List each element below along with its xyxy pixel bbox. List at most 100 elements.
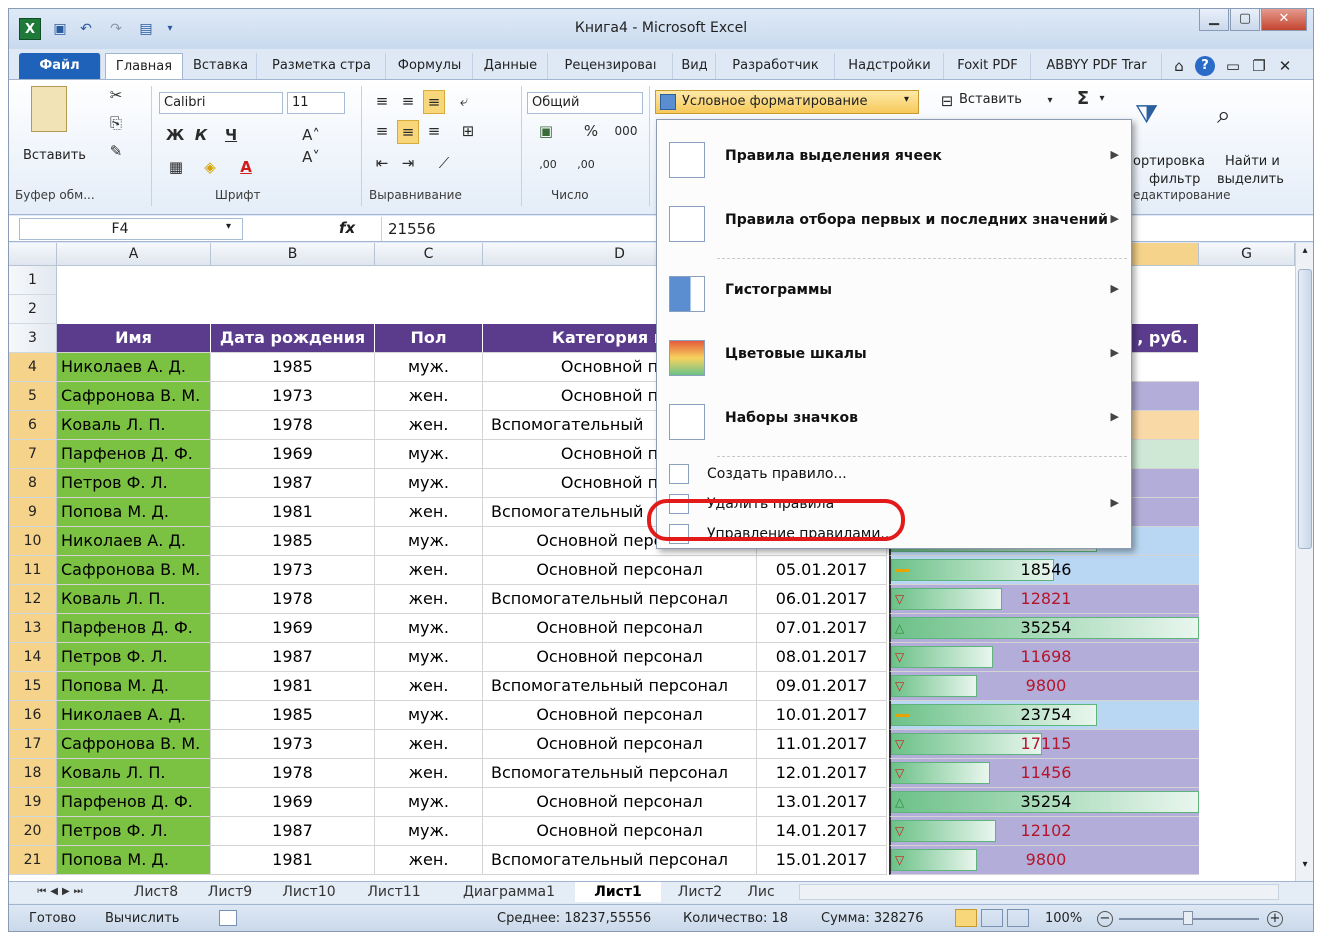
cell-category[interactable]: Основной персонал [483, 788, 757, 817]
menu-item-data-bars[interactable]: Гистограммы ▶ [659, 262, 1129, 324]
scroll-up-icon[interactable]: ▴ [1298, 245, 1312, 261]
cell-category[interactable]: Основной персонал [483, 556, 757, 585]
cell-amount-databar[interactable]: ▽ 9800 [889, 846, 1199, 875]
zoom-in-icon[interactable]: + [1267, 911, 1283, 927]
cell-birth-year[interactable]: 1981 [211, 498, 375, 527]
cell-birth-year[interactable]: 1973 [211, 382, 375, 411]
cell-gender[interactable]: муж. [375, 469, 483, 498]
tab-file[interactable]: Файл [19, 53, 101, 79]
menu-item-new-rule[interactable]: Создать правило... [659, 460, 1129, 490]
conditional-formatting-button[interactable]: Условное форматирование ▾ [655, 90, 919, 114]
cell-name[interactable]: Сафронова В. М. [57, 382, 211, 411]
row-header[interactable]: 19 [9, 788, 57, 817]
cell-birth-year[interactable]: 1969 [211, 788, 375, 817]
cell-date[interactable]: 09.01.2017 [757, 672, 887, 701]
cell-category[interactable]: Вспомогательный персонал [483, 759, 757, 788]
cell-gender[interactable]: муж. [375, 788, 483, 817]
cell-date[interactable]: 14.01.2017 [757, 817, 887, 846]
select-all-corner[interactable] [9, 243, 57, 266]
row-header[interactable]: 1 [9, 266, 57, 295]
cell-name[interactable]: Попова М. Д. [57, 498, 211, 527]
tab-view[interactable]: Вид [674, 53, 716, 79]
row-header[interactable]: 3 [9, 324, 57, 353]
cell-category[interactable]: Основной персонал [483, 730, 757, 759]
sheet-tab-active[interactable]: Лист1 [575, 882, 661, 902]
borders-icon[interactable]: ▦ [165, 156, 187, 178]
insert-cells-button[interactable]: Вставить [959, 92, 1022, 107]
row-header[interactable]: 14 [9, 643, 57, 672]
cell-category[interactable]: Вспомогательный персонал [483, 672, 757, 701]
autosum-button[interactable]: Σ [1073, 88, 1093, 110]
doc-close-icon[interactable]: ✕ [1275, 55, 1295, 77]
cell-name[interactable]: Петров Ф. Л. [57, 817, 211, 846]
font-grow-icon[interactable]: A˄ A˅ [291, 124, 331, 168]
cell-name[interactable]: Николаев А. Д. [57, 527, 211, 556]
cell-name[interactable]: Парфенов Д. Ф. [57, 440, 211, 469]
row-header[interactable]: 7 [9, 440, 57, 469]
cell-date[interactable]: 07.01.2017 [757, 614, 887, 643]
orientation-icon[interactable]: ⟋ [429, 152, 459, 174]
insert-cells-icon[interactable]: ⊟ [937, 90, 957, 112]
tab-addins[interactable]: Надстройки [836, 53, 944, 79]
cell-name[interactable]: Коваль Л. П. [57, 411, 211, 440]
cell-amount-databar[interactable]: ▽ 11456 [889, 759, 1199, 788]
cell-category[interactable]: Вспомогательный персонал [483, 846, 757, 875]
row-header[interactable]: 11 [9, 556, 57, 585]
cell-amount-databar[interactable]: △ 35254 [889, 614, 1199, 643]
cell-birth-year[interactable]: 1978 [211, 759, 375, 788]
cell-gender[interactable]: муж. [375, 614, 483, 643]
sheet-tab[interactable]: Диаграмма1 [453, 882, 565, 902]
cell-name[interactable]: Парфенов Д. Ф. [57, 614, 211, 643]
tab-review[interactable]: Рецензироваı [549, 53, 673, 79]
cell-gender[interactable]: жен. [375, 382, 483, 411]
header-birth[interactable]: Дата рождения [211, 324, 375, 353]
row-header[interactable]: 20 [9, 817, 57, 846]
find-select-label-2[interactable]: выделить [1217, 172, 1284, 187]
bold-button[interactable]: Ж [165, 124, 185, 146]
align-center-icon[interactable]: ≡ [397, 120, 419, 144]
minimize-ribbon-icon[interactable]: ⌂ [1169, 55, 1189, 77]
cell-gender[interactable]: жен. [375, 730, 483, 759]
name-box[interactable]: F4 ▾ [19, 218, 243, 240]
cell-birth-year[interactable]: 1969 [211, 614, 375, 643]
cell-category[interactable]: Основной персонал [483, 614, 757, 643]
sheet-nav-icon[interactable]: ⏮◀▶⏭ [17, 882, 107, 902]
cell-birth-year[interactable]: 1987 [211, 817, 375, 846]
cell-birth-year[interactable]: 1973 [211, 730, 375, 759]
cell-category[interactable]: Основной персонал [483, 701, 757, 730]
status-calculate[interactable]: Вычислить [105, 905, 179, 931]
sheet-tab[interactable]: Лист2 [667, 882, 733, 902]
cell-date[interactable]: 06.01.2017 [757, 585, 887, 614]
page-layout-view-icon[interactable] [981, 909, 1003, 927]
increase-indent-icon[interactable]: ⇥ [397, 152, 419, 174]
cell-name[interactable]: Петров Ф. Л. [57, 469, 211, 498]
cell-name[interactable]: Попова М. Д. [57, 672, 211, 701]
close-button[interactable]: ✕ [1261, 9, 1307, 31]
cell-date[interactable]: 05.01.2017 [757, 556, 887, 585]
cell-birth-year[interactable]: 1978 [211, 411, 375, 440]
sheet-tab[interactable]: Лист8 [121, 882, 191, 902]
cell-gender[interactable]: жен. [375, 498, 483, 527]
find-select-icon[interactable]: ⌕ [1217, 100, 1251, 130]
sort-filter-icon[interactable]: ⧩ [1135, 100, 1169, 130]
paste-icon[interactable] [31, 86, 67, 132]
zoom-level[interactable]: 100% [1045, 905, 1082, 931]
header-name[interactable]: Имя [57, 324, 211, 353]
vertical-scrollbar[interactable]: ▴ ▾ [1295, 243, 1313, 881]
row-header[interactable]: 8 [9, 469, 57, 498]
cell-date[interactable]: 15.01.2017 [757, 846, 887, 875]
cell-amount-databar[interactable]: ▽ 11698 [889, 643, 1199, 672]
italic-button[interactable]: К [191, 124, 211, 146]
row-header[interactable]: 5 [9, 382, 57, 411]
cell-date[interactable]: 10.01.2017 [757, 701, 887, 730]
cell-birth-year[interactable]: 1969 [211, 440, 375, 469]
row-header[interactable]: 9 [9, 498, 57, 527]
sheet-tab[interactable]: Лис [741, 882, 781, 902]
cell-birth-year[interactable]: 1987 [211, 469, 375, 498]
chevron-down-icon[interactable]: ▾ [1097, 88, 1107, 110]
sort-filter-label[interactable]: ортировка [1133, 154, 1205, 169]
row-header[interactable]: 16 [9, 701, 57, 730]
macro-record-icon[interactable] [219, 910, 237, 926]
row-header[interactable]: 15 [9, 672, 57, 701]
copy-icon[interactable]: ⎘ [105, 112, 127, 134]
